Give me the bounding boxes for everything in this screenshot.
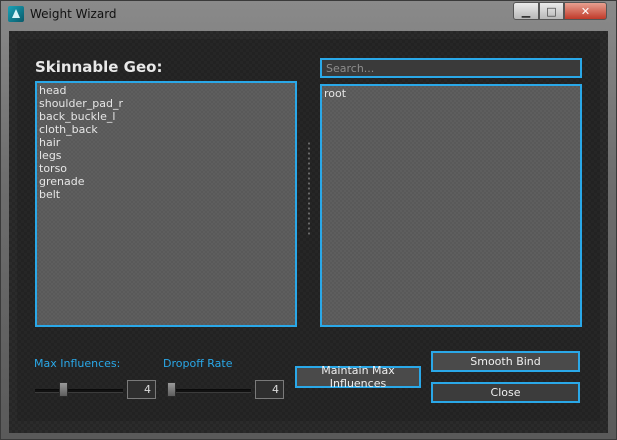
dropoff-rate-field[interactable]: 4 xyxy=(255,380,284,399)
weight-wizard-window: Weight Wizard ▁ □ ✕ Skinnable Geo: head s… xyxy=(0,0,617,440)
joint-search-input[interactable] xyxy=(320,58,582,78)
slider-handle[interactable] xyxy=(167,382,176,397)
list-item[interactable]: head xyxy=(39,84,293,97)
list-item[interactable]: cloth_back xyxy=(39,123,293,136)
max-influences-slider[interactable] xyxy=(35,382,123,398)
slider-handle[interactable] xyxy=(59,382,68,397)
window-controls: ▁ □ ✕ xyxy=(513,2,607,20)
window-title: Weight Wizard xyxy=(30,7,117,21)
close-button[interactable]: Close xyxy=(431,382,580,403)
slider-track xyxy=(167,389,251,393)
client-area: Skinnable Geo: head shoulder_pad_r back_bu… xyxy=(9,31,608,433)
max-influences-label: Max Influences: xyxy=(34,357,121,370)
list-item[interactable]: hair xyxy=(39,136,293,149)
close-window-button[interactable]: ✕ xyxy=(564,2,607,20)
skinnable-geo-heading: Skinnable Geo: xyxy=(35,58,163,76)
title-bar[interactable]: Weight Wizard ▁ □ ✕ xyxy=(1,1,616,29)
joint-list[interactable]: root xyxy=(320,84,582,327)
list-item[interactable]: root xyxy=(324,87,578,100)
skinnable-geo-list[interactable]: head shoulder_pad_r back_buckle_l cloth_bac… xyxy=(35,81,297,327)
smooth-bind-button[interactable]: Smooth Bind xyxy=(431,351,580,372)
max-influences-field[interactable]: 4 xyxy=(127,380,156,399)
dropoff-rate-label: Dropoff Rate xyxy=(163,357,233,370)
maintain-max-influences-button[interactable]: Maintain Max Influences xyxy=(295,364,421,390)
list-item[interactable]: torso xyxy=(39,162,293,175)
list-item[interactable]: belt xyxy=(39,188,293,201)
app-icon xyxy=(8,6,24,22)
maximize-button[interactable]: □ xyxy=(539,2,564,20)
list-item[interactable]: shoulder_pad_r xyxy=(39,97,293,110)
list-item[interactable]: legs xyxy=(39,149,293,162)
list-item[interactable]: grenade xyxy=(39,175,293,188)
splitter-handle[interactable] xyxy=(307,141,311,237)
dropoff-rate-slider[interactable] xyxy=(167,382,251,398)
list-item[interactable]: back_buckle_l xyxy=(39,110,293,123)
slider-track xyxy=(35,389,123,393)
minimize-button[interactable]: ▁ xyxy=(513,2,539,20)
